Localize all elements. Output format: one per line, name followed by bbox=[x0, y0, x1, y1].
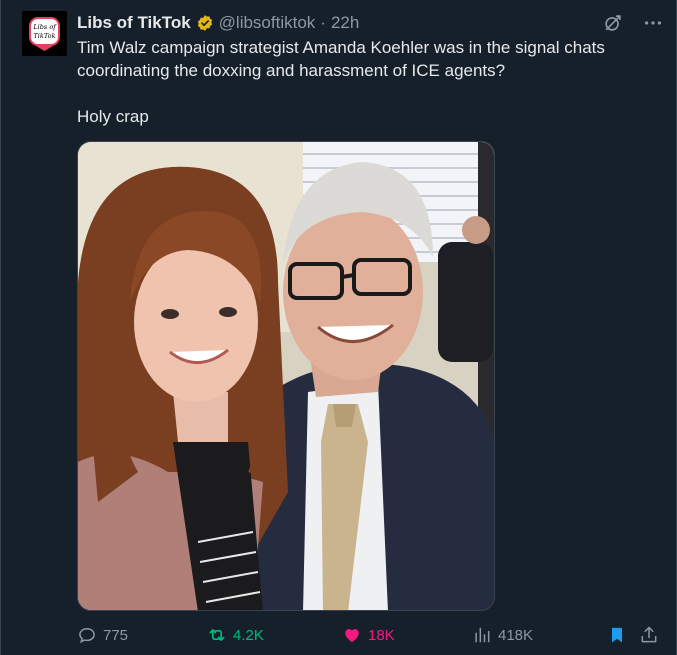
tweet-text: Tim Walz campaign strategist Amanda Koeh… bbox=[77, 36, 637, 128]
views-icon bbox=[475, 627, 490, 643]
retweet-count: 4.2K bbox=[233, 626, 264, 644]
grok-icon[interactable] bbox=[602, 12, 624, 34]
like-count: 18K bbox=[368, 626, 395, 644]
views-count: 418K bbox=[498, 626, 534, 644]
bookmark-button[interactable] bbox=[607, 625, 627, 645]
retweet-icon bbox=[209, 629, 225, 641]
tweet-text-line3: Holy crap bbox=[77, 107, 149, 126]
views-button[interactable]: 418K bbox=[472, 625, 533, 645]
reply-icon bbox=[79, 627, 95, 644]
more-icon[interactable] bbox=[642, 12, 664, 34]
reply-count: 775 bbox=[103, 626, 129, 644]
reply-button[interactable]: 775 bbox=[77, 625, 128, 645]
share-icon bbox=[641, 626, 657, 643]
retweet-button[interactable]: 4.2K bbox=[207, 625, 264, 645]
tweet-header: Libs of TikTok @libsoftiktok · 22h bbox=[77, 11, 359, 35]
tweet-card[interactable]: Libs of TikTok Libs of TikTok @libsoftik… bbox=[0, 0, 677, 655]
separator-dot: · bbox=[320, 13, 326, 32]
bookmark-icon bbox=[612, 627, 622, 643]
tweet-action-bar: 775 4.2K 18K 418K bbox=[77, 623, 667, 647]
avatar-text-line2: TikTok bbox=[33, 32, 55, 40]
tweet-top-actions bbox=[602, 12, 664, 34]
display-name[interactable]: Libs of TikTok bbox=[77, 13, 191, 33]
tweet-text-line2: coordinating the doxxing and harassment … bbox=[77, 61, 506, 80]
tweet-photo[interactable] bbox=[77, 141, 495, 611]
tweet-text-line1: Tim Walz campaign strategist Amanda Koeh… bbox=[77, 38, 605, 57]
handle[interactable]: @libsoftiktok bbox=[219, 13, 316, 33]
avatar[interactable]: Libs of TikTok bbox=[22, 11, 67, 56]
selfie-photo-image bbox=[78, 142, 494, 610]
like-icon bbox=[345, 629, 359, 643]
avatar-logo-icon: Libs of TikTok bbox=[22, 11, 67, 56]
share-button[interactable] bbox=[639, 625, 659, 645]
timestamp[interactable]: 22h bbox=[331, 13, 359, 33]
avatar-text-line1: Libs of bbox=[32, 23, 57, 31]
verified-badge-icon bbox=[196, 14, 214, 32]
like-button[interactable]: 18K bbox=[342, 625, 395, 645]
